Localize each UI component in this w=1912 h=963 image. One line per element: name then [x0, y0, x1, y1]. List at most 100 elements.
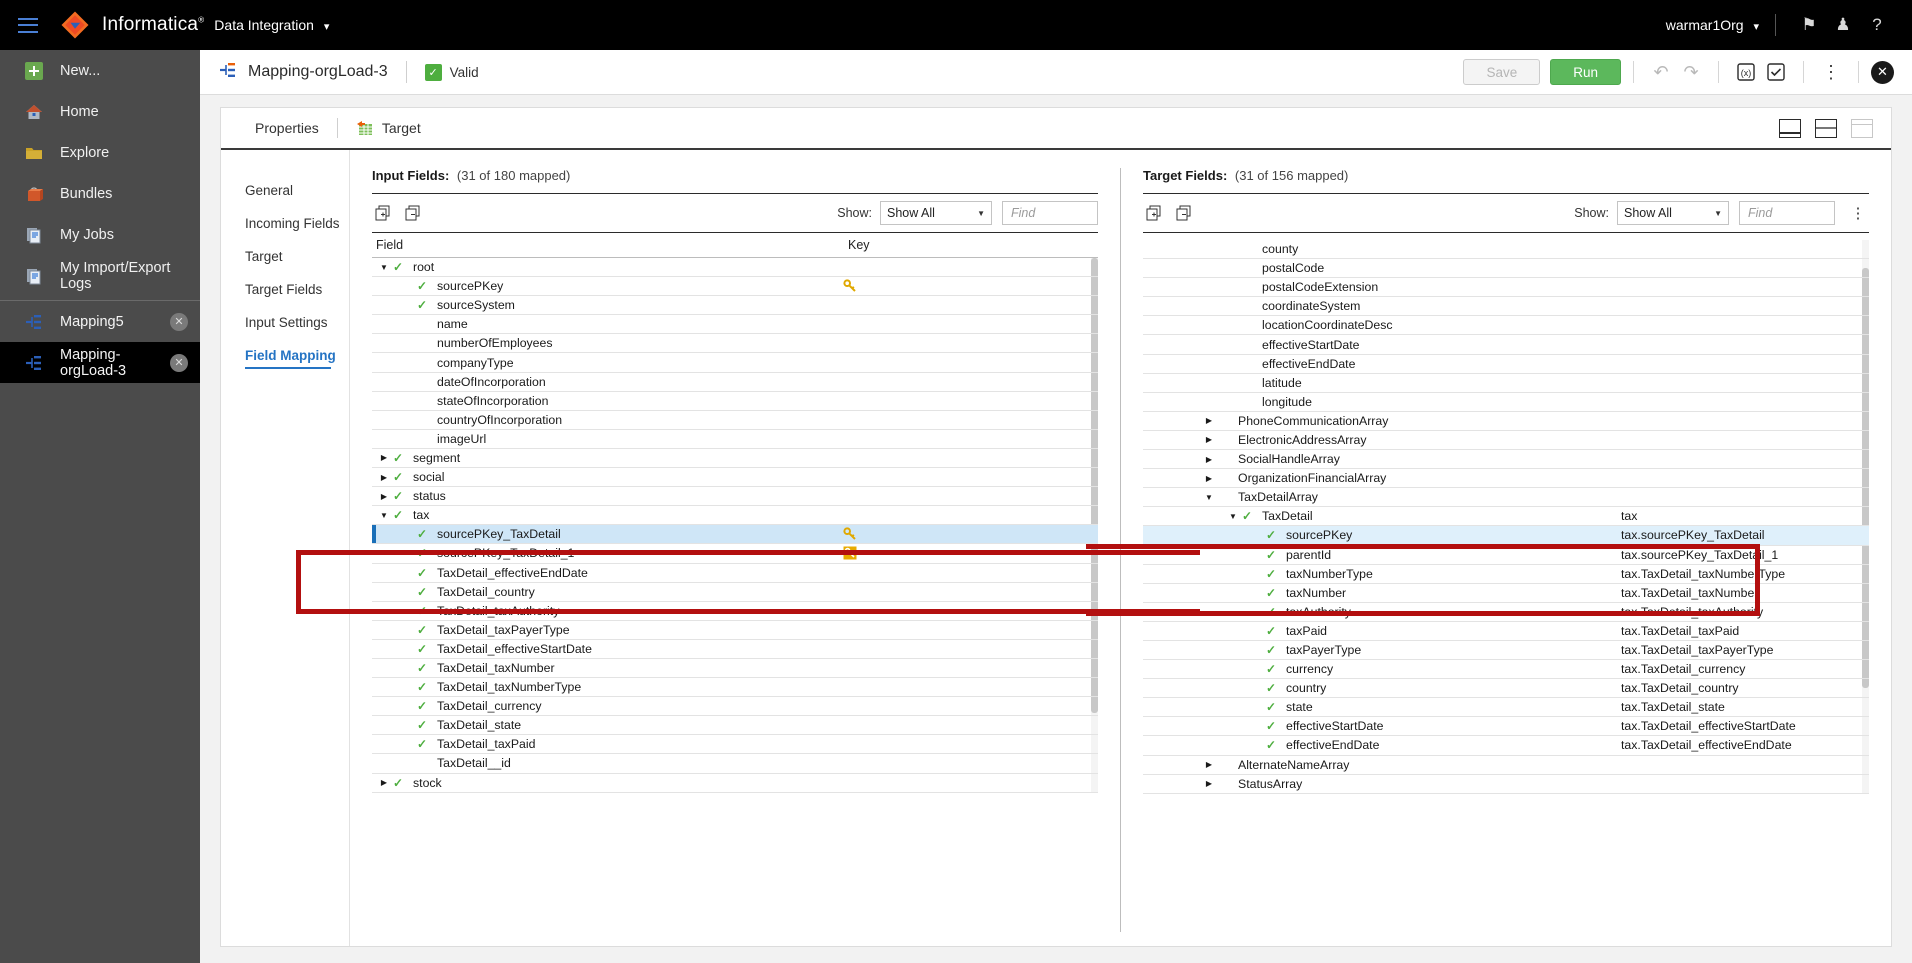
- table-row[interactable]: ▶ ✓ stock: [372, 774, 1098, 793]
- chevron-right-icon[interactable]: ▶: [1203, 760, 1215, 769]
- chevron-down-icon[interactable]: ▼: [1227, 512, 1239, 521]
- table-row[interactable]: ✓ TaxDetail_taxPayerType: [372, 621, 1098, 640]
- table-row[interactable]: county: [1143, 240, 1869, 260]
- collapse-all-icon[interactable]: [1173, 202, 1195, 224]
- flag-icon[interactable]: ⚑: [1792, 8, 1826, 42]
- table-row[interactable]: ▶ ✓ segment: [372, 449, 1098, 469]
- table-row[interactable]: ▶ PhoneCommunicationArray: [1143, 412, 1869, 431]
- service-selector[interactable]: Data Integration ▾: [214, 17, 329, 33]
- table-row[interactable]: ✓ TaxDetail_taxAuthority: [372, 602, 1098, 621]
- sidebar-item-explore[interactable]: Explore: [0, 132, 200, 173]
- chevron-right-icon[interactable]: ▶: [378, 453, 390, 462]
- undo-icon[interactable]: ↶: [1646, 58, 1676, 86]
- tab-properties[interactable]: Properties: [237, 107, 337, 149]
- chevron-down-icon[interactable]: ▼: [1203, 493, 1215, 502]
- find-input-right[interactable]: Find: [1739, 201, 1835, 225]
- collapse-all-icon[interactable]: [402, 202, 424, 224]
- table-row[interactable]: ✓ taxNumberType tax.TaxDetail_taxNumberTyp…: [1143, 565, 1869, 584]
- table-row[interactable]: ▼ ✓ root: [372, 258, 1098, 278]
- table-row[interactable]: postalCode: [1143, 259, 1869, 279]
- table-row[interactable]: ✓ taxPaid tax.TaxDetail_taxPaid: [1143, 622, 1869, 641]
- table-row[interactable]: postalCodeExtension: [1143, 278, 1869, 298]
- validate-icon[interactable]: [1761, 58, 1791, 86]
- table-row[interactable]: ✓ TaxDetail_country: [372, 583, 1098, 602]
- table-row[interactable]: ✓ parentId tax.sourcePKey_TaxDetail_1: [1143, 546, 1869, 565]
- table-row[interactable]: ✓ TaxDetail_effectiveStartDate: [372, 640, 1098, 659]
- table-row[interactable]: ▼ ✓ tax: [372, 506, 1098, 526]
- table-row[interactable]: longitude: [1143, 393, 1869, 412]
- chevron-right-icon[interactable]: ▶: [378, 778, 390, 787]
- chevron-right-icon[interactable]: ▶: [1203, 474, 1215, 483]
- kebab-icon[interactable]: ⋮: [1847, 201, 1869, 225]
- expand-all-icon[interactable]: [372, 202, 394, 224]
- table-row[interactable]: ✓ taxAuthority tax.TaxDetail_taxAuthority: [1143, 603, 1869, 622]
- sidebar-item-import-export-logs[interactable]: My Import/Export Logs: [0, 255, 200, 296]
- table-row[interactable]: coordinateSystem: [1143, 297, 1869, 317]
- table-row[interactable]: imageUrl: [372, 430, 1098, 449]
- table-row[interactable]: ✓ TaxDetail_effectiveEndDate: [372, 564, 1098, 583]
- table-row[interactable]: ▼ ✓ TaxDetail tax: [1143, 507, 1869, 527]
- chevron-right-icon[interactable]: ▶: [378, 492, 390, 501]
- table-row[interactable]: ▶ AlternateNameArray: [1143, 756, 1869, 775]
- close-icon[interactable]: ✕: [170, 353, 188, 372]
- table-row[interactable]: ✓ state tax.TaxDetail_state: [1143, 698, 1869, 718]
- chevron-right-icon[interactable]: ▶: [378, 473, 390, 482]
- save-button[interactable]: Save: [1463, 59, 1541, 85]
- table-row[interactable]: ✓ sourcePKey tax.sourcePKey_TaxDetail: [1143, 526, 1869, 546]
- run-button[interactable]: Run: [1550, 59, 1621, 85]
- table-row[interactable]: name: [372, 315, 1098, 335]
- table-row[interactable]: ✓ TaxDetail_currency: [372, 697, 1098, 717]
- subnav-item-input-settings[interactable]: Input Settings: [221, 306, 341, 339]
- table-row[interactable]: ▶ ElectronicAddressArray: [1143, 431, 1869, 451]
- table-row[interactable]: ✓ sourceSystem: [372, 296, 1098, 316]
- subnav-item-target-fields[interactable]: Target Fields: [221, 273, 341, 306]
- sidebar-item-home[interactable]: Home: [0, 91, 200, 132]
- kebab-icon[interactable]: ⋮: [1816, 58, 1846, 86]
- table-row[interactable]: ✓ TaxDetail_state: [372, 716, 1098, 736]
- table-row[interactable]: effectiveStartDate: [1143, 335, 1869, 355]
- table-row[interactable]: companyType: [372, 353, 1098, 373]
- user-icon[interactable]: ♟: [1826, 8, 1860, 42]
- table-row[interactable]: countryOfIncorporation: [372, 411, 1098, 430]
- tab-target[interactable]: Target: [338, 107, 439, 149]
- table-row[interactable]: TaxDetail__id: [372, 754, 1098, 774]
- table-row[interactable]: ✓ TaxDetail_taxNumberType: [372, 678, 1098, 698]
- table-row[interactable]: ✓ effectiveStartDate tax.TaxDetail_effecti…: [1143, 717, 1869, 737]
- sidebar-item-my-jobs[interactable]: My Jobs: [0, 214, 200, 255]
- chevron-down-icon[interactable]: ▼: [378, 511, 390, 520]
- show-select-target[interactable]: Show All ▼: [1617, 201, 1729, 225]
- table-row[interactable]: ✓ country tax.TaxDetail_country: [1143, 679, 1869, 699]
- target-fields-grid[interactable]: county postalCode postalCodeExtension coord…: [1143, 240, 1869, 794]
- table-row[interactable]: ✓ effectiveEndDate tax.TaxDetail_effective…: [1143, 736, 1869, 756]
- sidebar-item-mapping5[interactable]: Mapping5 ✕: [0, 301, 200, 342]
- table-row[interactable]: dateOfIncorporation: [372, 373, 1098, 392]
- find-input-left[interactable]: Find: [1002, 201, 1098, 225]
- table-row[interactable]: ✓ TaxDetail_taxNumber: [372, 659, 1098, 679]
- expand-all-icon[interactable]: [1143, 202, 1165, 224]
- sidebar-item-new[interactable]: New...: [0, 50, 200, 91]
- table-row[interactable]: effectiveEndDate: [1143, 355, 1869, 374]
- chevron-right-icon[interactable]: ▶: [1203, 416, 1215, 425]
- help-icon[interactable]: ?: [1860, 8, 1894, 42]
- table-row[interactable]: ✓ taxNumber tax.TaxDetail_taxNumber: [1143, 584, 1869, 603]
- sidebar-item-mapping-orgload-3[interactable]: Mapping-orgLoad-3 ✕: [0, 342, 200, 383]
- table-row[interactable]: stateOfIncorporation: [372, 392, 1098, 411]
- hamburger-icon[interactable]: [18, 17, 38, 33]
- chevron-right-icon[interactable]: ▶: [1203, 435, 1215, 444]
- close-icon[interactable]: ✕: [170, 312, 188, 331]
- chevron-right-icon[interactable]: ▶: [1203, 455, 1215, 464]
- redo-icon[interactable]: ↷: [1676, 58, 1706, 86]
- table-row[interactable]: ▶ ✓ status: [372, 487, 1098, 507]
- view-collapsed-icon[interactable]: [1851, 118, 1873, 138]
- table-row[interactable]: ▶ ✓ social: [372, 468, 1098, 488]
- close-icon[interactable]: ✕: [1871, 60, 1894, 84]
- table-row[interactable]: numberOfEmployees: [372, 334, 1098, 354]
- table-row[interactable]: ▶ StatusArray: [1143, 775, 1869, 794]
- chevron-right-icon[interactable]: ▶: [1203, 779, 1215, 788]
- table-row[interactable]: ▶ OrganizationFinancialArray: [1143, 469, 1869, 489]
- table-row[interactable]: ✓ sourcePKey: [372, 277, 1098, 297]
- table-row[interactable]: ▶ SocialHandleArray: [1143, 450, 1869, 470]
- subnav-item-general[interactable]: General: [221, 174, 341, 207]
- table-row[interactable]: latitude: [1143, 374, 1869, 393]
- table-row[interactable]: ▼ TaxDetailArray: [1143, 488, 1869, 508]
